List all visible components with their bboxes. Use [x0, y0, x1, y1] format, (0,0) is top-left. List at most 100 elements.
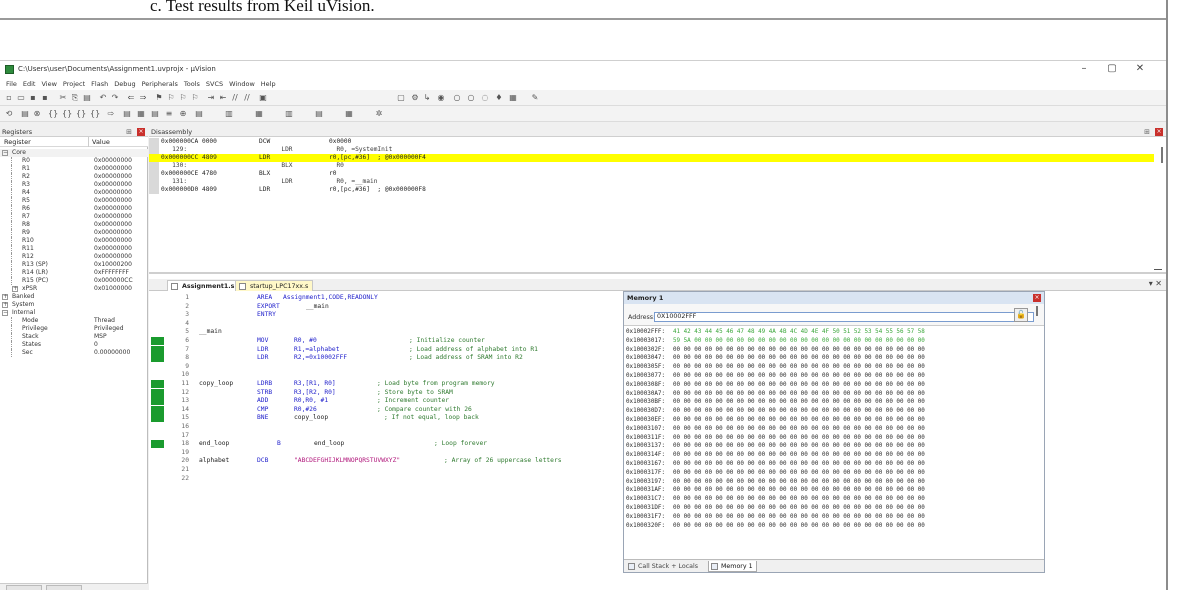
- value-column-header[interactable]: Value: [92, 137, 110, 147]
- debug-icon[interactable]: ◉: [436, 93, 446, 103]
- register-row[interactable]: R7 0x00000000: [0, 213, 148, 221]
- menu-project[interactable]: Project: [60, 78, 88, 90]
- register-row[interactable]: R3 0x00000000: [0, 181, 148, 189]
- memory-row[interactable]: 0x1000317F: 00 00 00 00 00 00 00 00 00 00…: [626, 469, 1042, 477]
- menu-peripherals[interactable]: Peripherals: [139, 78, 181, 90]
- bookmark-prev-icon[interactable]: ⚐: [166, 93, 176, 103]
- code-line[interactable]: 16: [149, 423, 629, 431]
- memory-window-icon[interactable]: ▥: [224, 109, 234, 119]
- register-row[interactable]: States 0: [0, 341, 148, 349]
- disassembly-close-icon[interactable]: ×: [1155, 128, 1163, 136]
- save-icon[interactable]: ▪: [28, 93, 38, 103]
- memory-row[interactable]: 0x100030D7: 00 00 00 00 00 00 00 00 00 00…: [626, 407, 1042, 415]
- run-to-cursor-icon[interactable]: {}: [90, 109, 100, 119]
- register-row[interactable]: R9 0x00000000: [0, 229, 148, 237]
- disassembly-scrollbar[interactable]: [1161, 147, 1163, 163]
- register-row[interactable]: − Core: [0, 149, 148, 157]
- reset-icon[interactable]: ○: [466, 93, 476, 103]
- tab-assignment1-s[interactable]: Assignment1.s: [167, 280, 240, 291]
- memory-row[interactable]: 0x10003047: 00 00 00 00 00 00 00 00 00 00…: [626, 354, 1042, 362]
- code-line[interactable]: 15 BNE copy_loop ; If not equal, loop back: [149, 414, 629, 423]
- current-instruction-line[interactable]: 0x000000CC 4809 LDR r0,[pc,#36] ; @0x00000…: [149, 154, 1154, 162]
- call-stack-icon[interactable]: ⊕: [178, 109, 188, 119]
- project-tab[interactable]: [6, 585, 42, 590]
- reset-cpu-icon[interactable]: ⟲: [4, 109, 14, 119]
- disassembly-line[interactable]: 0x000000CA 0000 DCW 0x0000: [149, 138, 1154, 146]
- undo-icon[interactable]: ↶: [98, 93, 108, 103]
- step-out-icon[interactable]: {}: [76, 109, 86, 119]
- memory-row[interactable]: 0x100031AF: 00 00 00 00 00 00 00 00 00 00…: [626, 486, 1042, 494]
- code-line[interactable]: 12 STRB R3,[R2, R0] ; Store byte to SRAM: [149, 388, 629, 397]
- minimize-button[interactable]: –: [1072, 62, 1096, 76]
- show-next-icon[interactable]: ⇨: [106, 109, 116, 119]
- memory-row[interactable]: 0x10003137: 00 00 00 00 00 00 00 00 00 00…: [626, 442, 1042, 450]
- step-into-icon[interactable]: {}: [48, 109, 58, 119]
- step-over-icon[interactable]: {}: [62, 109, 72, 119]
- memory-row[interactable]: 0x1000314F: 00 00 00 00 00 00 00 00 00 00…: [626, 451, 1042, 459]
- comment-icon[interactable]: //: [230, 93, 240, 103]
- forward-icon[interactable]: ⇒: [138, 93, 148, 103]
- register-row[interactable]: R8 0x00000000: [0, 221, 148, 229]
- register-row[interactable]: Sec 0.00000000: [0, 349, 148, 357]
- expand-icon[interactable]: +: [12, 286, 18, 292]
- run-icon[interactable]: ▤: [20, 109, 30, 119]
- code-line[interactable]: 4: [149, 320, 629, 328]
- uncomment-icon[interactable]: //: [242, 93, 252, 103]
- register-column-header[interactable]: Register: [4, 137, 31, 147]
- code-line[interactable]: 20 alphabet DCB "ABCDEFGHIJKLMNOPQRSTUVWXYZ…: [149, 457, 629, 465]
- back-icon[interactable]: ⇐: [126, 93, 136, 103]
- register-row[interactable]: + Banked: [0, 293, 148, 301]
- register-row[interactable]: R11 0x00000000: [0, 245, 148, 253]
- disassembly-line[interactable]: 129: LDR R0, =SystemInit: [149, 146, 1154, 154]
- trace-icon[interactable]: ▤: [314, 109, 324, 119]
- code-line[interactable]: 3 ENTRY: [149, 311, 629, 319]
- memory-row[interactable]: 0x100030BF: 00 00 00 00 00 00 00 00 00 00…: [626, 398, 1042, 406]
- register-row[interactable]: − Internal: [0, 309, 148, 317]
- pin-icon[interactable]: ⊞: [1144, 127, 1150, 137]
- memory-row[interactable]: 0x100030EF: 00 00 00 00 00 00 00 00 00 00…: [626, 416, 1042, 424]
- window-icon[interactable]: ▦: [508, 93, 518, 103]
- stop-icon[interactable]: ○: [452, 93, 462, 103]
- registers-icon[interactable]: ≡: [164, 109, 174, 119]
- menu-tools[interactable]: Tools: [181, 78, 203, 90]
- code-line[interactable]: 2 EXPORT __main: [149, 303, 629, 311]
- redo-icon[interactable]: ↷: [110, 93, 120, 103]
- menu-svcs[interactable]: SVCS: [203, 78, 226, 90]
- bookmark-next-icon[interactable]: ⚐: [178, 93, 188, 103]
- watch-window-icon[interactable]: ▤: [194, 109, 204, 119]
- splitter[interactable]: [149, 272, 1166, 274]
- code-line[interactable]: 14 CMP R0,#26 ; Compare counter with 26: [149, 405, 629, 414]
- code-line[interactable]: 8 LDR R2,=0x10002FFF ; Load address of SRAM…: [149, 354, 629, 363]
- bookmark-icon[interactable]: ⚑: [154, 93, 164, 103]
- register-row[interactable]: R12 0x00000000: [0, 253, 148, 261]
- maximize-button[interactable]: ▢: [1100, 62, 1124, 76]
- menu-window[interactable]: Window: [226, 78, 258, 90]
- save-all-icon[interactable]: ▪: [40, 93, 50, 103]
- symbols-icon[interactable]: ▤: [150, 109, 160, 119]
- register-row[interactable]: + xPSR 0x01000000: [0, 285, 148, 293]
- register-row[interactable]: R2 0x00000000: [0, 173, 148, 181]
- toolbox-icon[interactable]: ✲: [374, 109, 384, 119]
- memory-row[interactable]: 0x10003077: 00 00 00 00 00 00 00 00 00 00…: [626, 372, 1042, 380]
- menu-edit[interactable]: Edit: [20, 78, 39, 90]
- memory-row[interactable]: 0x10003167: 00 00 00 00 00 00 00 00 00 00…: [626, 460, 1042, 468]
- register-row[interactable]: Privilege Privileged: [0, 325, 148, 333]
- pin-icon[interactable]: ⊞: [126, 127, 132, 137]
- serial-window-icon[interactable]: ▦: [254, 109, 264, 119]
- code-line[interactable]: 1 AREA Assignment1,CODE,READONLY: [149, 294, 629, 302]
- memory-row[interactable]: 0x1000311F: 00 00 00 00 00 00 00 00 00 00…: [626, 434, 1042, 442]
- register-row[interactable]: Stack MSP: [0, 333, 148, 341]
- menu-file[interactable]: File: [3, 78, 20, 90]
- memory-row[interactable]: 0x1000308F: 00 00 00 00 00 00 00 00 00 00…: [626, 381, 1042, 389]
- disassembly-line[interactable]: 0x000000CE 4780 BLX r0: [149, 170, 1154, 178]
- disassembly-listing[interactable]: 0x000000CA 0000 DCW 0x0000 129: LDR R0, =S…: [149, 138, 1166, 270]
- memory-row[interactable]: 0x1000320F: 00 00 00 00 00 00 00 00 00 00…: [626, 522, 1042, 530]
- code-line[interactable]: 21: [149, 466, 629, 474]
- register-row[interactable]: R14 (LR) 0xFFFFFFFF: [0, 269, 148, 277]
- collapse-icon[interactable]: −: [2, 150, 8, 156]
- disassembly-icon[interactable]: ▦: [136, 109, 146, 119]
- collapse-icon[interactable]: −: [2, 310, 8, 316]
- memory-scrollbar[interactable]: [1036, 306, 1038, 316]
- register-row[interactable]: R1 0x00000000: [0, 165, 148, 173]
- code-line[interactable]: 7 LDR R1,=alphabet ; Load address of alphab…: [149, 345, 629, 354]
